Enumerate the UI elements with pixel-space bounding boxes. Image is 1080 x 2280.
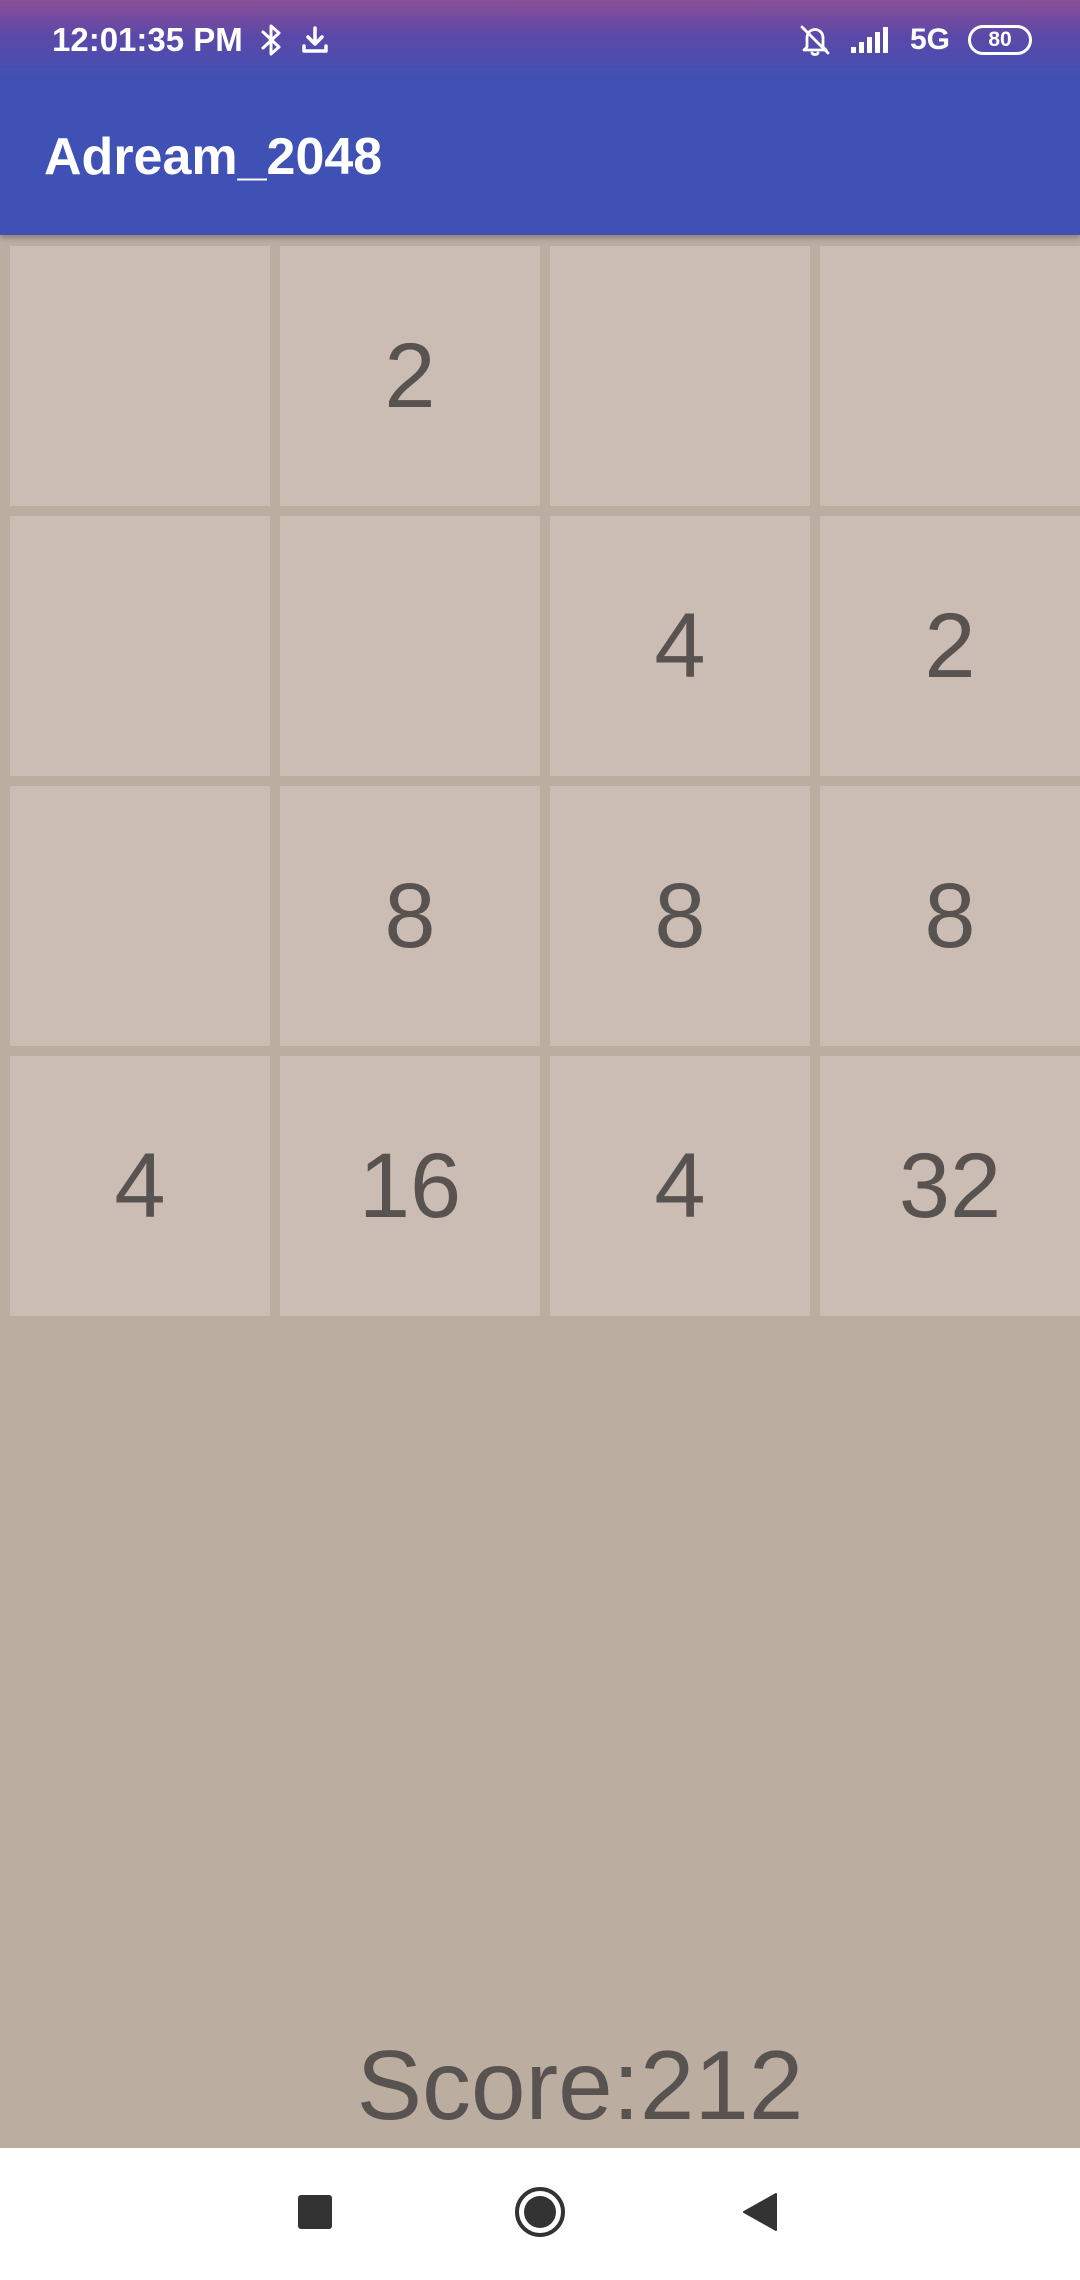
tile-r3-c2: 8 <box>280 786 540 1046</box>
battery-level: 80 <box>988 28 1012 51</box>
network-type: 5G <box>909 23 950 56</box>
status-bar: 12:01:35 PM 5G 80 <box>0 0 1080 80</box>
tile-r4-c3: 4 <box>550 1056 810 1316</box>
tile-r3-c1 <box>10 786 270 1046</box>
tile-r2-c4: 2 <box>820 516 1080 776</box>
bluetooth-icon <box>261 23 283 57</box>
status-time: 12:01:35 PM <box>52 21 243 58</box>
back-button[interactable] <box>700 2148 820 2280</box>
tile-r2-c1 <box>10 516 270 776</box>
game-board[interactable]: 2 4 2 8 8 8 4 16 4 32 <box>0 236 1080 1316</box>
tile-r1-c2: 2 <box>280 246 540 506</box>
status-right: 5G 80 <box>798 0 1032 80</box>
navigation-bar <box>0 2148 1080 2280</box>
app-bar: Adream_2048 <box>0 80 1080 235</box>
home-icon <box>513 2185 567 2244</box>
download-icon <box>301 25 329 55</box>
tile-r1-c1 <box>10 246 270 506</box>
tile-r3-c3: 8 <box>550 786 810 1046</box>
score-label: Score:212 <box>356 2030 804 2140</box>
tile-r1-c4 <box>820 246 1080 506</box>
recents-button[interactable] <box>255 2148 375 2280</box>
battery-icon: 80 <box>968 25 1032 55</box>
tile-r2-c2 <box>280 516 540 776</box>
tile-r4-c1: 4 <box>10 1056 270 1316</box>
status-left: 12:01:35 PM <box>52 0 329 80</box>
tile-r4-c2: 16 <box>280 1056 540 1316</box>
back-icon <box>742 2192 778 2237</box>
bell-off-icon <box>798 23 832 57</box>
app-title: Adream_2048 <box>44 128 383 186</box>
signal-icon <box>850 25 892 55</box>
home-button[interactable] <box>480 2148 600 2280</box>
tile-r1-c3 <box>550 246 810 506</box>
tile-r4-c4: 32 <box>820 1056 1080 1316</box>
recents-icon <box>297 2194 333 2235</box>
tile-r2-c3: 4 <box>550 516 810 776</box>
tile-r3-c4: 8 <box>820 786 1080 1046</box>
